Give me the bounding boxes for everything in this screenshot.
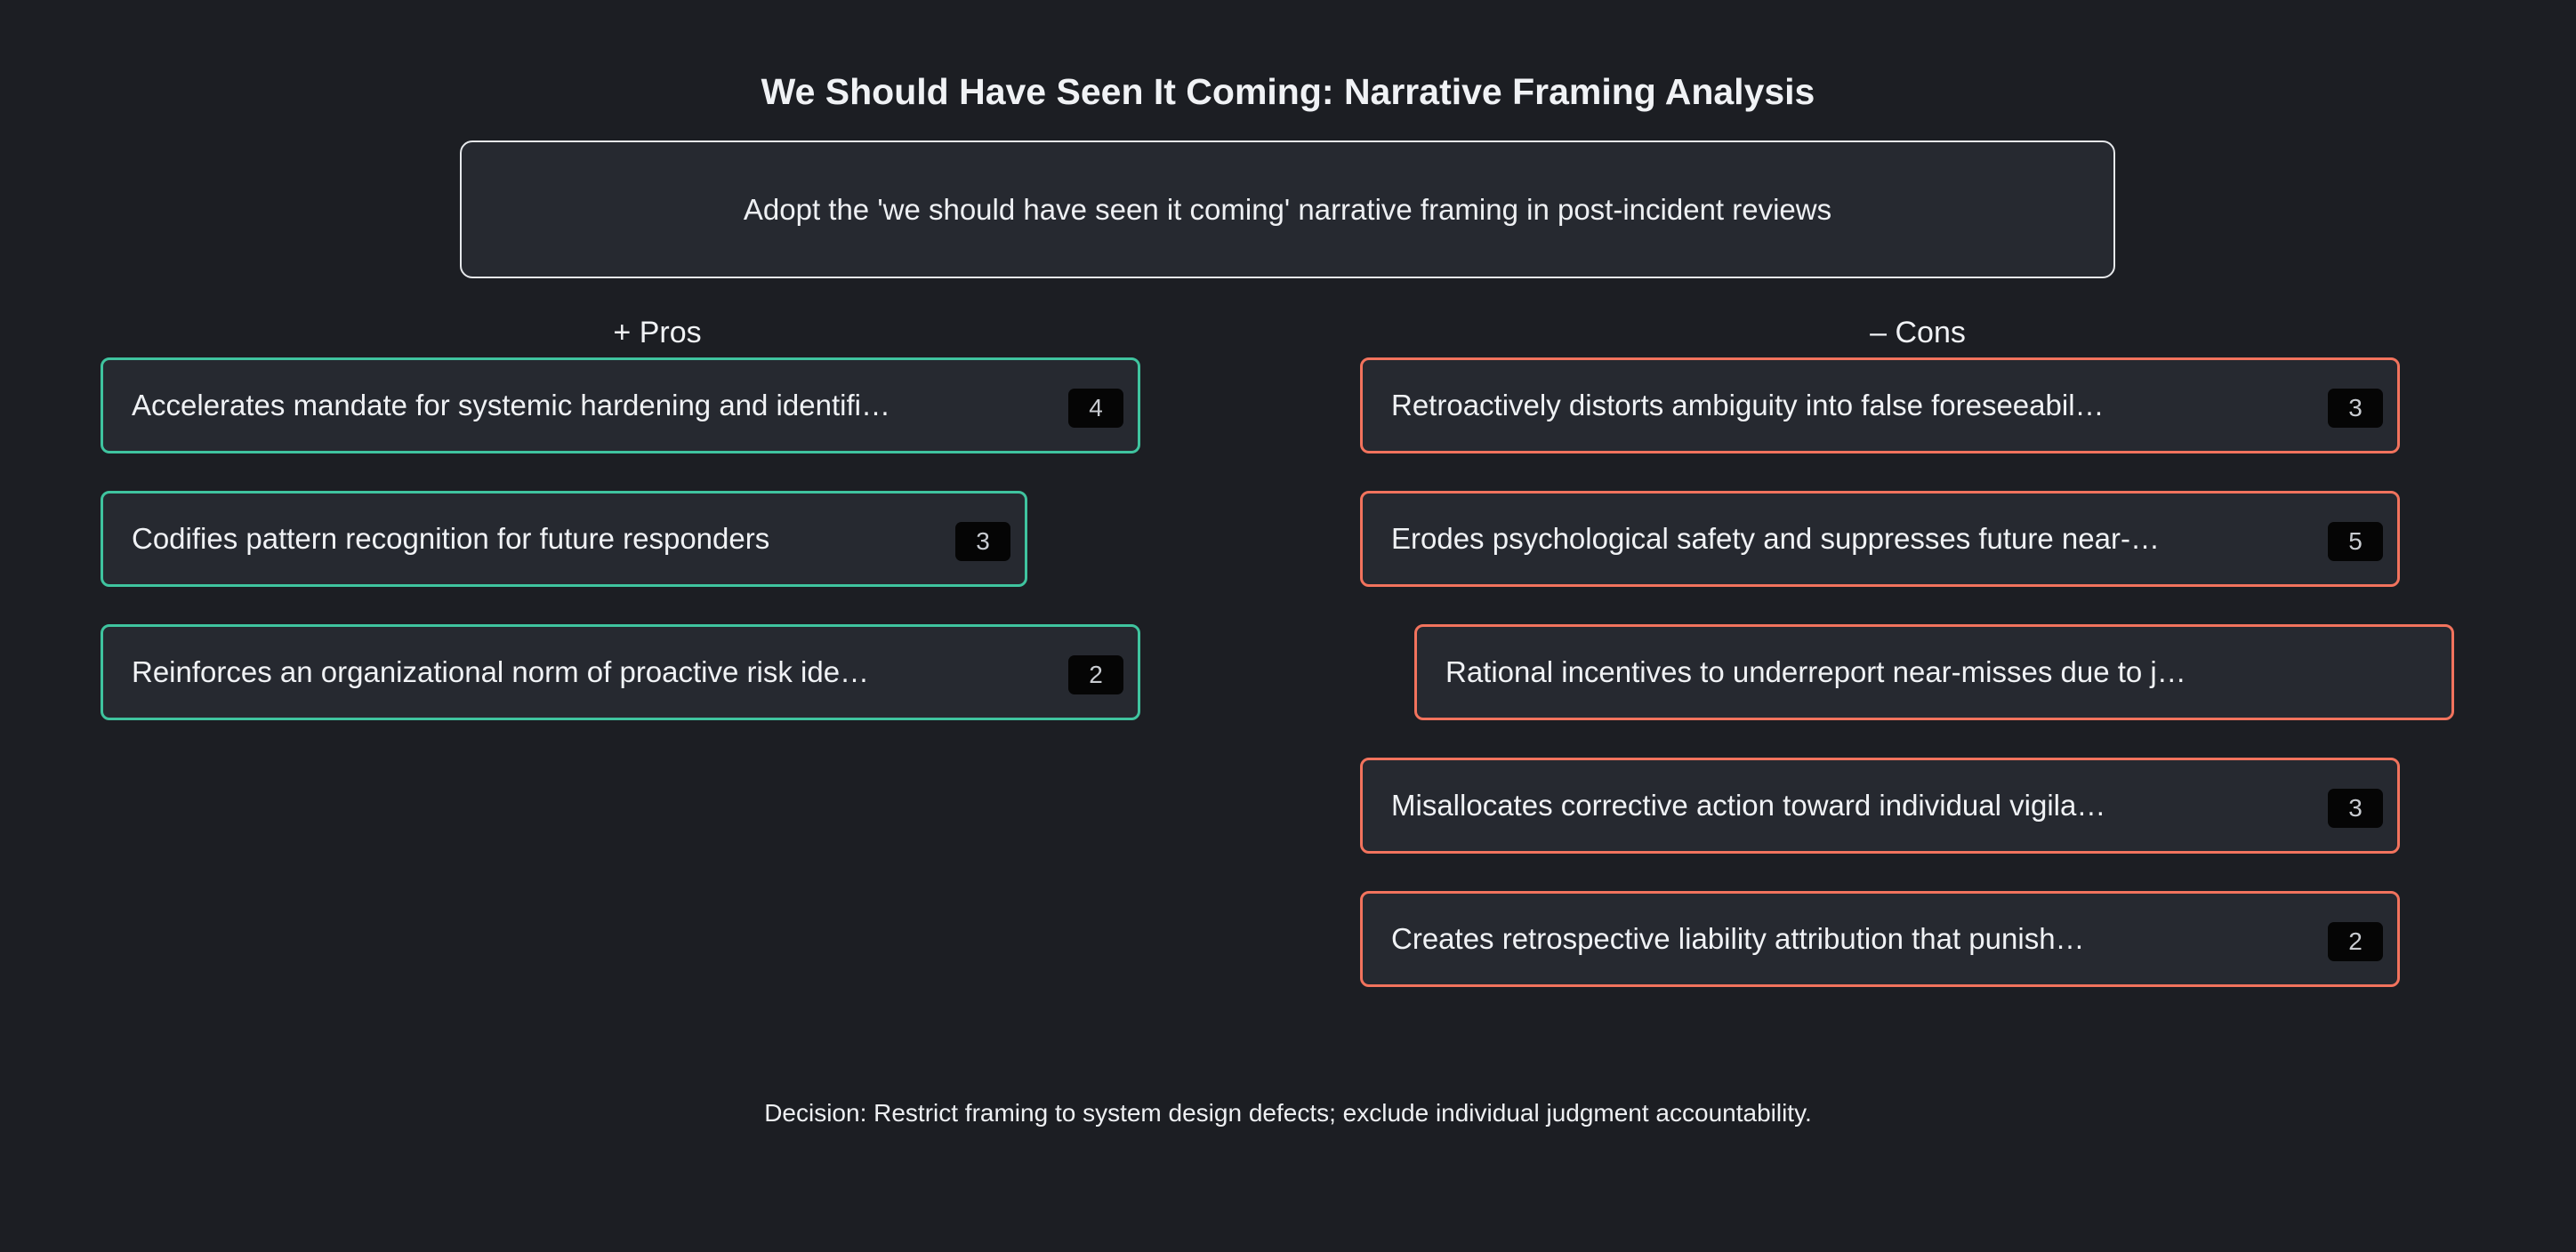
con-item-3[interactable]: Rational incentives to underreport near-… [1414,624,2454,720]
proposal-box: Adopt the 'we should have seen it coming… [460,140,2115,278]
pro-item-label: Codifies pattern recognition for future … [132,522,770,555]
count-badge: 3 [2328,789,2383,828]
con-item-label: Misallocates corrective action toward in… [1391,789,2106,822]
cons-heading: – Cons [1870,316,1966,349]
decision-text: Decision: Restrict framing to system des… [764,1099,1812,1127]
con-item-label: Retroactively distorts ambiguity into fa… [1391,389,2105,421]
diagram-title: We Should Have Seen It Coming: Narrative… [761,71,1815,112]
pro-item-2[interactable]: Codifies pattern recognition for future … [101,491,1027,587]
con-item-label: Erodes psychological safety and suppress… [1391,522,2160,555]
pro-item-label: Reinforces an organizational norm of pro… [132,655,870,688]
pro-item-label: Accelerates mandate for systemic hardeni… [132,389,890,421]
proposal-text: Adopt the 'we should have seen it coming… [743,192,1832,226]
count-badge: 5 [2328,522,2383,561]
con-item-5[interactable]: Creates retrospective liability attribut… [1360,891,2400,987]
count-badge: 2 [1068,655,1123,694]
con-item-4[interactable]: Misallocates corrective action toward in… [1360,758,2400,854]
pro-item-3[interactable]: Reinforces an organizational norm of pro… [101,624,1140,720]
pros-heading: + Pros [613,316,702,349]
count-badge: 4 [1068,389,1123,428]
count-badge: 3 [955,522,1010,561]
pro-item-1[interactable]: Accelerates mandate for systemic hardeni… [101,357,1140,453]
con-item-1[interactable]: Retroactively distorts ambiguity into fa… [1360,357,2400,453]
con-item-label: Creates retrospective liability attribut… [1391,922,2085,955]
con-item-2[interactable]: Erodes psychological safety and suppress… [1360,491,2400,587]
count-badge: 2 [2328,922,2383,961]
count-badge: 3 [2328,389,2383,428]
con-item-label: Rational incentives to underreport near-… [1445,655,2186,688]
